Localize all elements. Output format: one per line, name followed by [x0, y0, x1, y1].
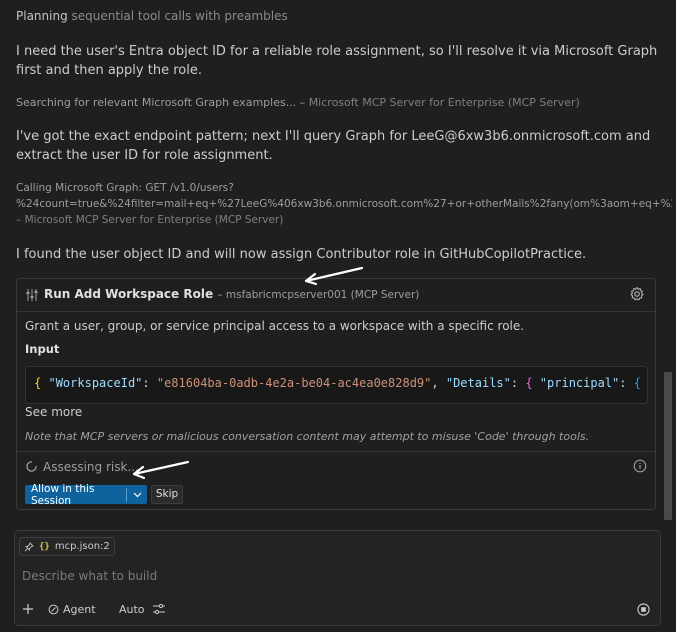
code-punct: : — [142, 376, 157, 390]
chat-toolbar: Agent Auto — [22, 603, 652, 619]
mode-picker[interactable]: Agent — [48, 603, 96, 616]
code-punct: , — [431, 376, 446, 390]
mode-label: Agent — [63, 603, 96, 616]
input-label: Input — [25, 342, 60, 356]
graph-call-source: – Microsoft MCP Server for Enterprise (M… — [16, 214, 284, 226]
code-brace: { — [525, 376, 533, 390]
settings-sliders-icon — [153, 603, 165, 615]
tool-name: Run Add Workspace Role — [44, 287, 214, 301]
tool-title: Run Add Workspace Role – msfabricmcpserv… — [44, 287, 419, 301]
allow-in-session-button[interactable]: Allow in this Session — [25, 482, 147, 507]
search-progress-source: Microsoft MCP Server for Enterprise (MCP… — [308, 96, 580, 109]
assistant-message: I've got the exact endpoint pattern; nex… — [16, 129, 651, 163]
security-note: Note that MCP servers or malicious conve… — [25, 430, 590, 443]
search-progress-text: Searching for relevant Microsoft Graph e… — [16, 96, 306, 109]
code-key: "Details" — [445, 376, 511, 390]
pin-icon[interactable] — [24, 541, 34, 552]
input-code-block[interactable]: { "WorkspaceId": "e81604ba-0adb-4e2a-be0… — [25, 366, 648, 404]
see-more-link[interactable]: See more — [25, 405, 82, 419]
add-context-button[interactable] — [22, 603, 34, 615]
tool-source: – msfabricmcpserver001 (MCP Server) — [217, 289, 420, 301]
annotation-arrow-icon — [132, 460, 190, 480]
stop-icon — [637, 603, 650, 616]
graph-call-line: Calling Microsoft Graph: GET /v1.0/users… — [16, 182, 234, 194]
assistant-message: I need the user's Entra object ID for a … — [16, 44, 658, 78]
input-code: { "WorkspaceId": "e81604ba-0adb-4e2a-be0… — [34, 376, 641, 390]
code-brace: { — [633, 376, 641, 390]
assistant-message: I found the user object ID and will now … — [16, 247, 587, 262]
scrollbar-thumb[interactable] — [664, 372, 672, 520]
info-icon[interactable] — [633, 459, 647, 473]
annotation-arrow-icon — [304, 266, 364, 286]
json-file-icon: {} — [39, 541, 50, 552]
tool-confirmation-card: Run Add Workspace Role – msfabricmcpserv… — [16, 278, 656, 510]
tools-icon — [26, 289, 38, 301]
graph-call-query: %24count=true&%24filter=mail+eq+%27LeeG%… — [16, 198, 672, 210]
stop-button[interactable] — [637, 603, 650, 616]
context-file-name: mcp.json:2 — [54, 541, 110, 552]
code-punct: : — [510, 376, 526, 390]
model-picker[interactable]: Auto — [119, 603, 145, 616]
code-string: "e81604ba-0adb-4e2a-be04-ac4ea0e828d9" — [156, 376, 432, 390]
plus-icon — [23, 604, 33, 614]
context-file-chip[interactable]: {} mcp.json:2 — [19, 537, 115, 556]
code-punct: : — [619, 376, 634, 390]
gear-icon[interactable] — [629, 286, 645, 302]
allow-button-label: Allow in this Session — [31, 482, 95, 507]
planning-status: Planning sequential tool calls with prea… — [16, 9, 288, 23]
agent-icon — [48, 604, 59, 615]
planning-detail: sequential tool calls with preambles — [71, 9, 288, 23]
tools-config-button[interactable] — [152, 603, 166, 615]
divider — [17, 451, 655, 452]
chat-input-box: {} mcp.json:2 Describe what to build Age… — [14, 530, 661, 626]
planning-label: Planning — [16, 9, 68, 23]
search-progress: Searching for relevant Microsoft Graph e… — [16, 96, 580, 109]
code-key: "WorkspaceId" — [48, 376, 143, 390]
skip-button[interactable]: Skip — [151, 485, 183, 504]
loading-spinner-icon — [26, 461, 37, 472]
code-brace: { — [34, 376, 42, 390]
model-label: Auto — [119, 603, 145, 616]
chat-input-placeholder[interactable]: Describe what to build — [22, 569, 157, 583]
tool-description: Grant a user, group, or service principa… — [25, 319, 525, 333]
chevron-down-icon[interactable] — [127, 492, 147, 498]
code-key: "principal" — [539, 376, 620, 390]
